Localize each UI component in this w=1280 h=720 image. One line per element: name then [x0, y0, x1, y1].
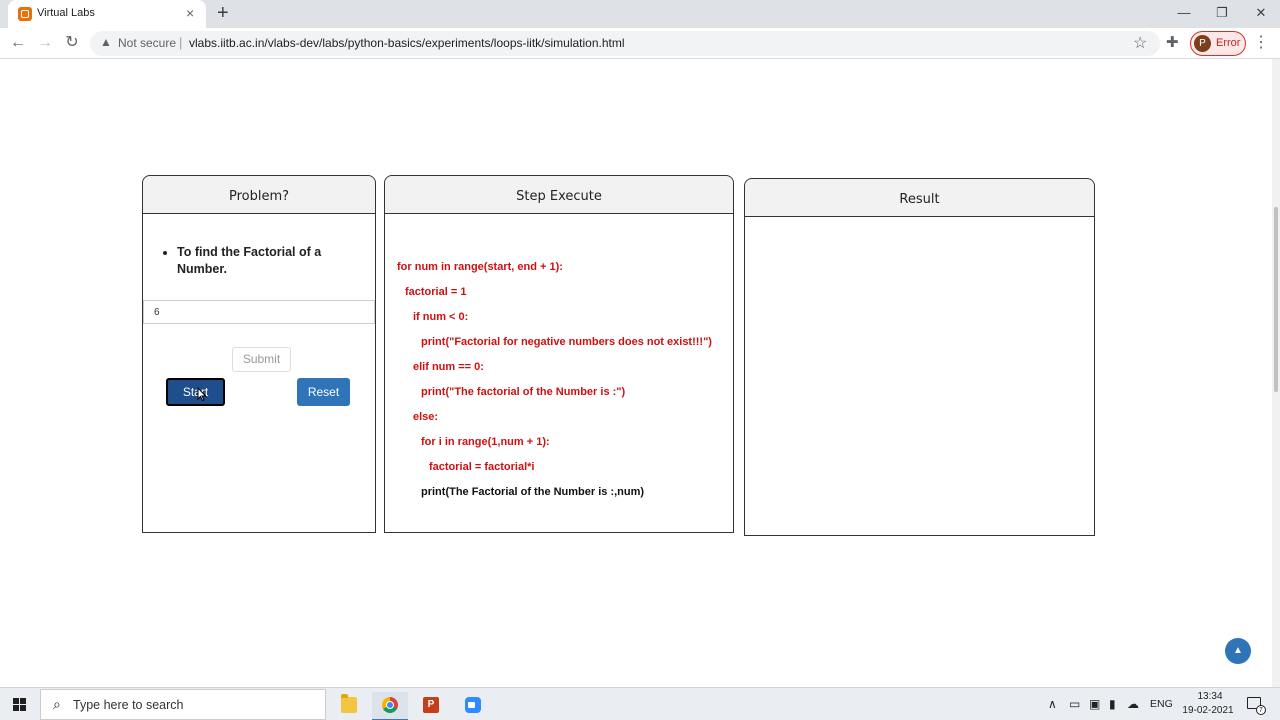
browser-tab[interactable]: Virtual Labs ×	[8, 0, 206, 28]
code-line: elif num == 0:	[413, 361, 484, 373]
back-icon[interactable]: ←	[8, 33, 28, 53]
profile-status: Error	[1216, 37, 1241, 49]
taskbar-zoom[interactable]	[455, 692, 491, 720]
input-language[interactable]: ENG	[1150, 698, 1173, 710]
url-separator: |	[179, 35, 183, 50]
bookmark-star-icon[interactable]: ☆	[1133, 33, 1147, 53]
scrollbar-thumb[interactable]	[1274, 207, 1278, 392]
mouse-cursor-icon	[197, 387, 207, 401]
start-button[interactable]: Start	[166, 378, 225, 406]
forward-icon[interactable]: →	[35, 33, 55, 53]
virtual-labs-favicon-icon	[18, 7, 32, 21]
avatar: P	[1194, 35, 1211, 52]
problem-statement: To find the Factorial of a Number.	[177, 244, 343, 278]
extensions-puzzle-icon[interactable]: ✚	[1166, 34, 1179, 52]
chrome-icon	[382, 697, 398, 713]
code-line: factorial = 1	[405, 286, 467, 298]
reload-icon[interactable]: ↻	[62, 33, 82, 53]
number-input[interactable]	[143, 300, 375, 324]
taskbar-powerpoint[interactable]: P	[413, 692, 449, 720]
browser-menu-icon[interactable]: ⋮	[1253, 33, 1269, 53]
profile-button[interactable]: P Error	[1190, 31, 1246, 56]
taskbar-file-explorer[interactable]	[331, 692, 367, 720]
code-line: if num < 0:	[413, 311, 469, 323]
code-line: print("The factorial of the Number is :"…	[421, 386, 626, 398]
code-line: print("Factorial for negative numbers do…	[421, 336, 712, 348]
warning-triangle-icon[interactable]: ▲	[100, 35, 112, 49]
step-execute-panel-title: Step Execute	[385, 176, 733, 214]
microphone-icon[interactable]: ▮	[1109, 697, 1116, 711]
powerpoint-icon: P	[423, 697, 439, 713]
taskbar-search-placeholder: Type here to search	[73, 698, 184, 712]
tab-title: Virtual Labs	[37, 7, 95, 19]
result-panel: Result	[744, 178, 1095, 536]
step-execute-panel: Step Execute for num in range(start, end…	[384, 175, 734, 533]
code-line: print(The Factorial of the Number is :,n…	[421, 486, 645, 498]
reset-button[interactable]: Reset	[297, 378, 350, 406]
security-indicator[interactable]: Not secure	[118, 36, 176, 50]
window-maximize-button[interactable]: ❐	[1212, 4, 1232, 22]
browser-toolbar: ← → ↻ ▲ Not secure | vlabs.iitb.ac.in/vl…	[0, 28, 1280, 59]
code-line: for i in range(1,num + 1):	[421, 436, 550, 448]
windows-taskbar: ⌕ Type here to search P ∧ ▭ ▣ ▮ ☁ ENG 13…	[0, 687, 1280, 720]
search-icon: ⌕	[53, 696, 61, 712]
scroll-to-top-icon[interactable]: ▲	[1225, 638, 1251, 664]
code-line: else:	[413, 411, 439, 423]
new-tab-button[interactable]: +	[217, 3, 229, 23]
zoom-icon	[465, 697, 481, 713]
window-minimize-button[interactable]: —	[1174, 4, 1194, 22]
notification-count-badge: 7	[1256, 705, 1266, 715]
problem-list: To find the Factorial of a Number.	[163, 244, 343, 278]
tab-close-icon[interactable]: ×	[186, 5, 194, 21]
url-text[interactable]: vlabs.iitb.ac.in/vlabs-dev/labs/python-b…	[189, 36, 625, 50]
address-bar[interactable]: ▲ Not secure | vlabs.iitb.ac.in/vlabs-de…	[90, 31, 1160, 56]
page-scrollbar[interactable]	[1272, 59, 1280, 687]
windows-start-icon[interactable]	[13, 698, 26, 711]
problem-panel-title: Problem?	[143, 176, 375, 214]
problem-panel: Problem? To find the Factorial of a Numb…	[142, 175, 376, 533]
taskbar-search-box[interactable]: ⌕ Type here to search	[40, 689, 326, 720]
network-device-icon[interactable]: ▣	[1089, 697, 1100, 711]
taskbar-chrome[interactable]	[372, 692, 408, 720]
browser-tabstrip: Virtual Labs × + — ❐ ✕	[0, 0, 1280, 28]
code-line: for num in range(start, end + 1):	[397, 261, 563, 273]
result-panel-title: Result	[745, 179, 1094, 217]
onedrive-cloud-icon[interactable]: ☁	[1127, 697, 1139, 711]
code-line: factorial = factorial*i	[429, 461, 535, 473]
submit-button[interactable]: Submit	[232, 347, 291, 372]
clock-time[interactable]: 13:34	[1188, 691, 1232, 702]
file-explorer-icon	[341, 694, 357, 713]
battery-icon[interactable]: ▭	[1069, 697, 1080, 711]
tray-overflow-chevron-icon[interactable]: ∧	[1048, 697, 1057, 711]
window-close-button[interactable]: ✕	[1251, 4, 1271, 22]
clock-date[interactable]: 19-02-2021	[1178, 705, 1238, 716]
